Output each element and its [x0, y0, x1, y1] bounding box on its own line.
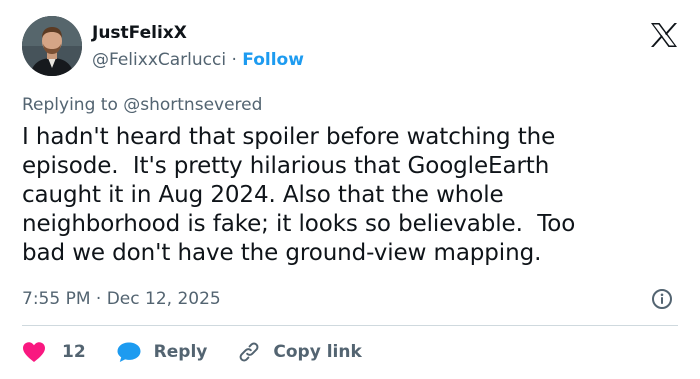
reply-button[interactable]: Reply: [116, 341, 208, 363]
replying-to-label: Replying to @shortnsevered: [22, 95, 263, 115]
like-count: 12: [62, 342, 86, 362]
author-handle-line: @FelixxCarlucci · Follow: [92, 48, 304, 72]
heart-icon: [23, 342, 45, 362]
speech-bubble-icon: [117, 342, 141, 362]
tweet-timestamp[interactable]: 7:55 PM · Dec 12, 2025: [22, 287, 221, 311]
avatar[interactable]: [22, 16, 82, 76]
display-name[interactable]: JustFelixX: [92, 21, 187, 45]
separator-dot: ·: [231, 50, 237, 70]
x-logo-icon[interactable]: [650, 22, 678, 48]
like-button[interactable]: 12: [22, 341, 86, 363]
action-bar: 12 Reply Copy link: [22, 337, 362, 367]
tweet-text: I hadn't heard that spoiler before watch…: [22, 124, 576, 266]
copy-link-button[interactable]: Copy link: [237, 340, 362, 364]
follow-button[interactable]: Follow: [242, 50, 304, 70]
link-icon: [239, 342, 259, 362]
divider: [22, 325, 678, 326]
author-handle[interactable]: @FelixxCarlucci: [92, 50, 226, 70]
reply-label: Reply: [153, 342, 208, 362]
info-icon[interactable]: [651, 288, 673, 310]
copy-link-label: Copy link: [273, 342, 362, 362]
